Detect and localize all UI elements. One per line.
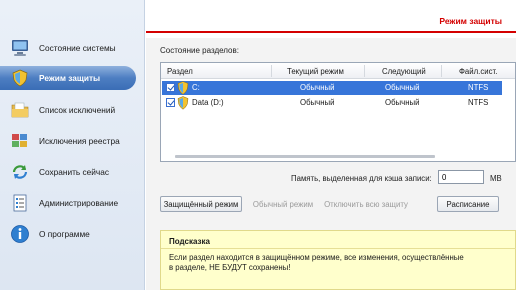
cell-current-mode: Обычный: [300, 83, 335, 92]
save-arrows-icon: [9, 161, 31, 183]
cell-filesystem: NTFS: [468, 83, 489, 92]
column-divider: [441, 65, 442, 77]
column-header-next[interactable]: Следующий: [382, 67, 426, 76]
cell-filesystem: NTFS: [468, 98, 489, 107]
sidebar-item-protection-mode[interactable]: Режим защиты: [0, 66, 136, 90]
shield-icon: [177, 81, 189, 95]
partitions-table: Раздел Текущий режим Следующий Файл.сист…: [160, 62, 516, 162]
header: Режим защиты: [146, 0, 516, 38]
sidebar-item-label: Список исключений: [39, 105, 116, 115]
cache-memory-label: Память, выделенная для кэша записи:: [291, 174, 432, 183]
cell-partition: C:: [192, 83, 200, 92]
row-checkbox[interactable]: [166, 83, 175, 92]
column-divider: [271, 65, 272, 77]
cache-memory-input[interactable]: [438, 170, 484, 184]
row-checkbox[interactable]: [166, 98, 175, 107]
sidebar-item-exclusions[interactable]: Список исключений: [0, 96, 144, 124]
shield-icon: [9, 67, 31, 89]
sidebar-item-label: Исключения реестра: [39, 136, 120, 146]
horizontal-scrollbar[interactable]: [175, 155, 435, 158]
sidebar-item-label: Режим защиты: [39, 73, 101, 83]
table-row[interactable]: Data (D:) Обычный Обычный NTFS: [162, 96, 502, 110]
computer-icon: [9, 37, 31, 59]
info-icon: [9, 223, 31, 245]
hint-panel: Подсказка Если раздел находится в защищё…: [160, 230, 516, 290]
sidebar-item-label: Состояние системы: [39, 43, 116, 53]
column-header-current-mode[interactable]: Текущий режим: [287, 67, 344, 76]
cache-memory-unit: MB: [490, 174, 502, 183]
disable-protection-button[interactable]: Отключить всю защиту: [320, 196, 412, 212]
sidebar-item-label: Администрирование: [39, 198, 119, 208]
sidebar-item-save-now[interactable]: Сохранить сейчас: [0, 158, 144, 186]
cell-current-mode: Обычный: [300, 98, 335, 107]
registry-icon: [9, 130, 31, 152]
column-header-filesystem[interactable]: Файл.сист.: [459, 67, 497, 76]
column-header-partition[interactable]: Раздел: [167, 67, 193, 76]
sidebar-item-label: О программе: [39, 229, 90, 239]
column-divider: [364, 65, 365, 77]
table-row[interactable]: C: Обычный Обычный NTFS: [162, 81, 502, 95]
admin-list-icon: [9, 192, 31, 214]
sidebar-item-system-status[interactable]: Состояние системы: [0, 34, 144, 62]
table-header: Раздел Текущий режим Следующий Файл.сист…: [161, 63, 515, 79]
cell-partition: Data (D:): [192, 98, 224, 107]
hint-title: Подсказка: [169, 237, 210, 246]
folder-icon: [9, 99, 31, 121]
sidebar: Состояние системы Режим защиты Список ис…: [0, 0, 145, 290]
page-title: Режим защиты: [439, 16, 502, 26]
schedule-button[interactable]: Расписание: [437, 196, 499, 212]
header-divider: [146, 31, 516, 33]
cell-next-mode: Обычный: [385, 98, 420, 107]
shield-icon: [177, 96, 189, 110]
cell-next-mode: Обычный: [385, 83, 420, 92]
partitions-section-label: Состояние разделов:: [160, 46, 239, 55]
sidebar-item-registry-exclusions[interactable]: Исключения реестра: [0, 127, 144, 155]
protected-mode-button[interactable]: Защищённый режим: [160, 196, 242, 212]
sidebar-item-administration[interactable]: Администрирование: [0, 189, 144, 217]
hint-divider: [161, 248, 516, 249]
hint-text: Если раздел находится в защищённом режим…: [169, 253, 464, 272]
sidebar-item-about[interactable]: О программе: [0, 220, 144, 248]
main-panel: Режим защиты Состояние разделов: Раздел …: [146, 0, 516, 290]
normal-mode-button[interactable]: Обычный режим: [251, 196, 315, 212]
sidebar-item-label: Сохранить сейчас: [39, 167, 110, 177]
